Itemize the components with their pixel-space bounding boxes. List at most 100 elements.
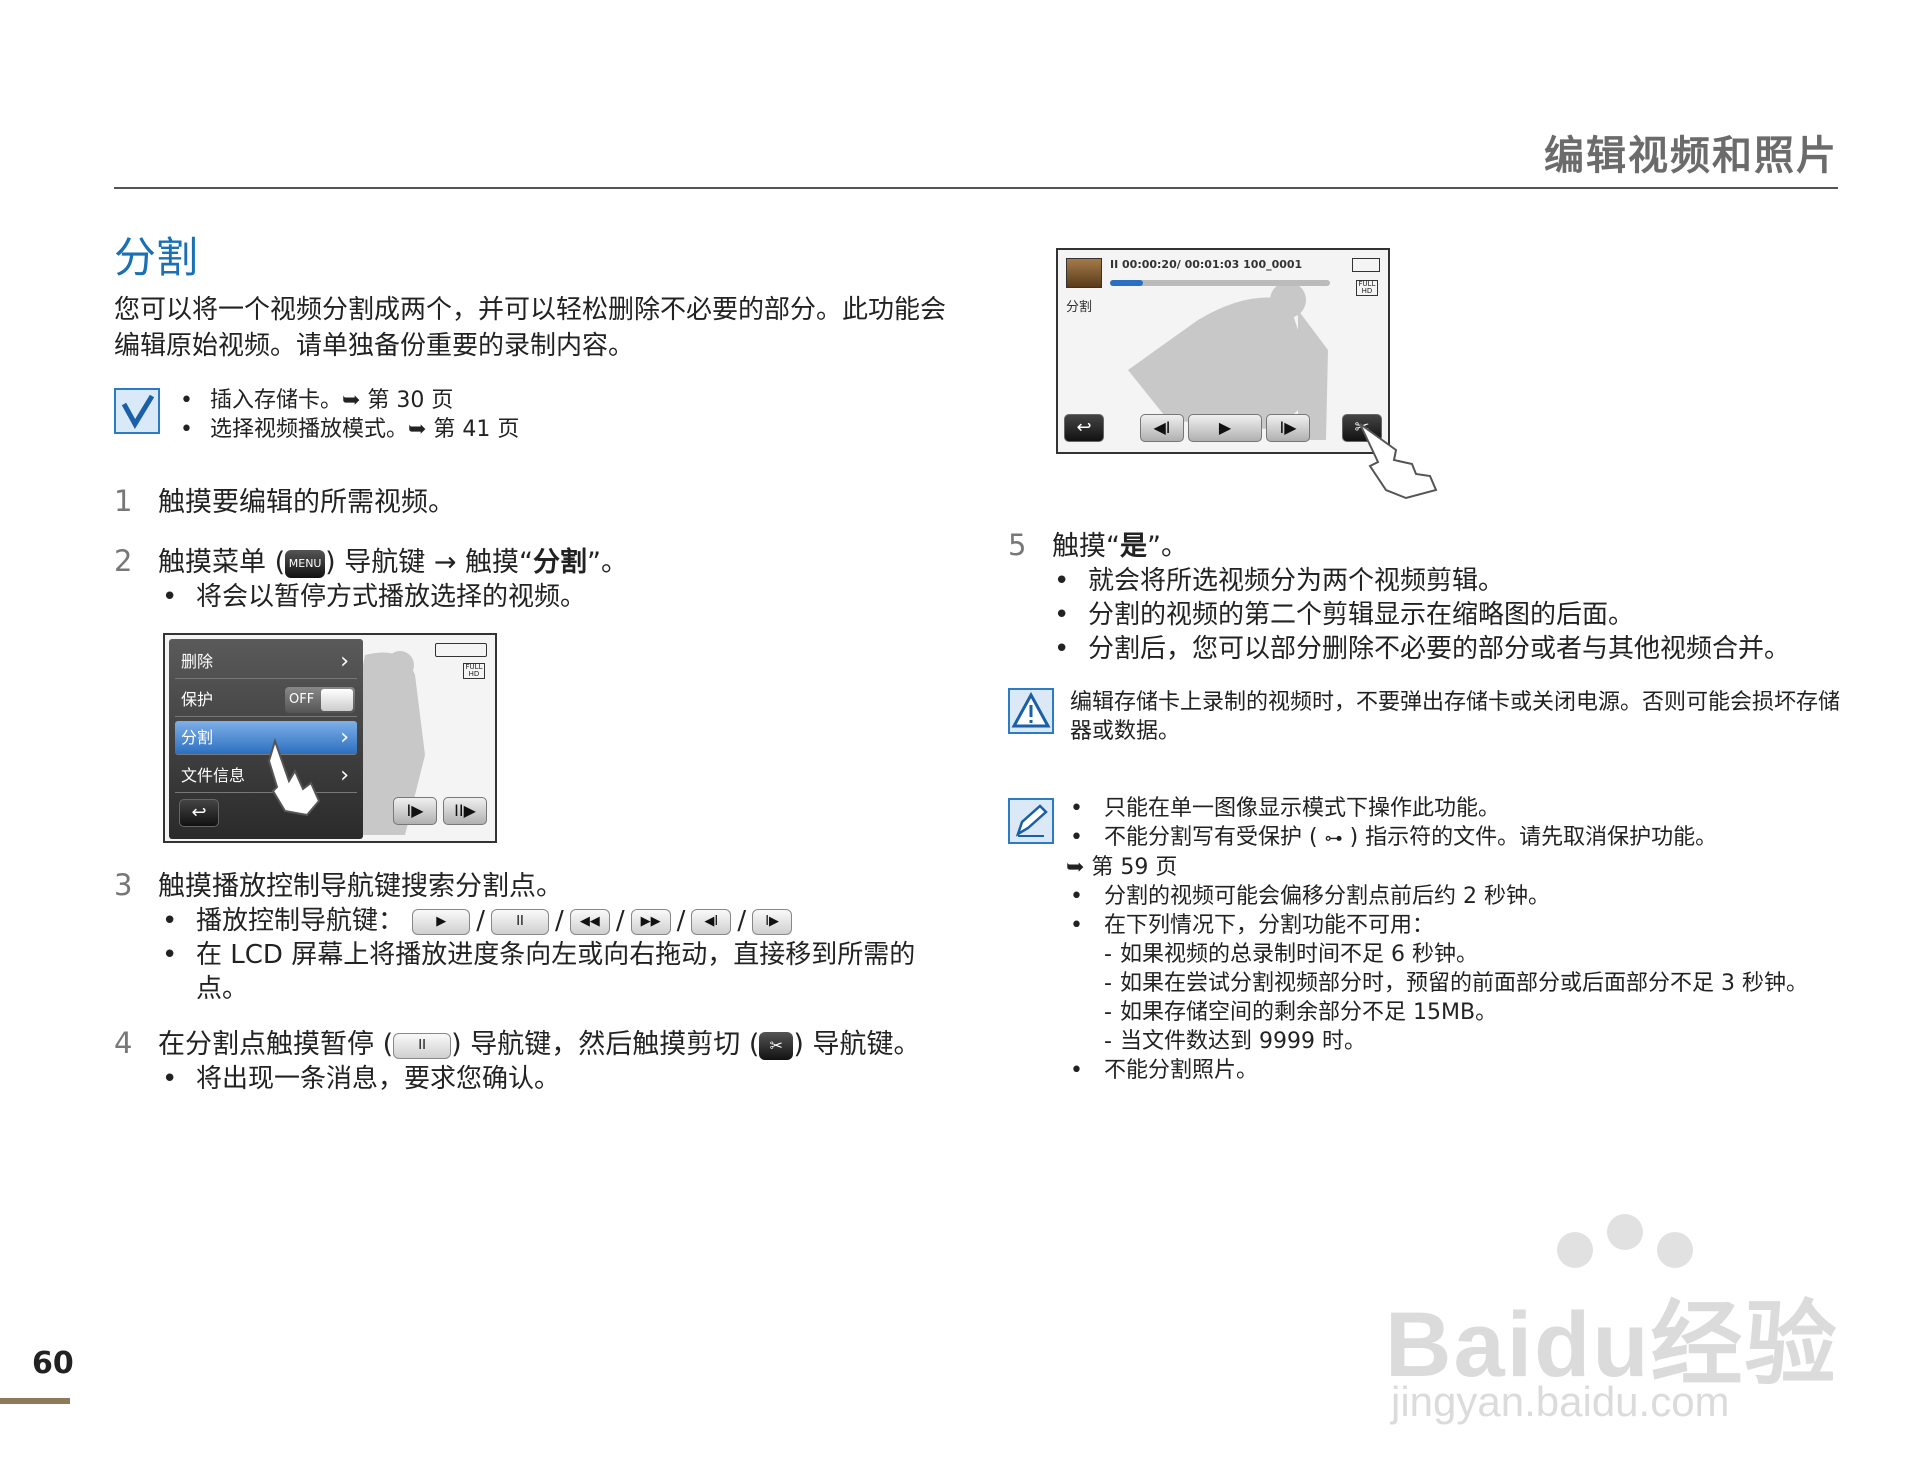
step-forward-button[interactable]: I▶ <box>393 797 437 825</box>
step-bold: 是 <box>1120 531 1147 562</box>
list-item: 只能在单一图像显示模式下操作此功能。 <box>1066 794 1846 823</box>
step-text: 触摸要编辑的所需视频。 <box>158 487 455 518</box>
prereq-list: 插入存储卡。➥ 第 30 页 选择视频播放模式。➥ 第 41 页 <box>176 386 876 444</box>
list-item: 如果在尝试分割视频部分时，预留的前面部分或后面部分不足 3 秒钟。 <box>1104 969 1846 998</box>
pause-button-icon: II <box>393 1032 452 1059</box>
step-2: 2 触摸菜单 (MENU) 导航键 → 触摸“分割”。 <box>114 544 628 580</box>
skip-forward-button-icon: I▶ <box>752 908 793 935</box>
list-item: 就会将所选视频分为两个视频剪辑。 <box>1050 564 1890 598</box>
check-icon <box>114 388 160 434</box>
section-title: 分割 <box>114 233 199 282</box>
skip-forward-button[interactable]: I▶ <box>1266 414 1310 442</box>
hd-icon: FULL HD <box>1356 280 1378 296</box>
menu-item-delete[interactable]: 删除 › <box>175 645 357 679</box>
thumbnail-icon <box>1066 258 1102 288</box>
menu-item-label: 分割 <box>181 728 214 747</box>
key-icon: ⊶ <box>1324 828 1343 849</box>
list-item: 不能分割照片。 <box>1066 1056 1846 1085</box>
page-bar <box>0 1398 70 1404</box>
chevron-right-icon: › <box>340 649 349 674</box>
back-button[interactable]: ↩ <box>179 799 219 827</box>
step-text: ”。 <box>1147 531 1188 562</box>
list-item: 不能分割写有受保护 ( ⊶ ) 指示符的文件。请先取消保护功能。 <box>1066 823 1846 853</box>
step-5: 5 触摸“是”。 <box>1008 528 1188 564</box>
playback-keys-label: 播放控制导航键： <box>196 906 405 936</box>
list-item: 如果视频的总录制时间不足 6 秒钟。 <box>1104 940 1846 969</box>
chapter-title: 编辑视频和照片 <box>1544 133 1838 179</box>
menu-item-label: 删除 <box>181 652 214 671</box>
status-bar: II 00:00:20/ 00:01:03 100_0001 <box>1110 258 1303 271</box>
skip-back-button[interactable]: ◀I <box>1140 414 1184 442</box>
step-1: 1 触摸要编辑的所需视频。 <box>114 484 455 520</box>
step-4-sub: 将出现一条消息，要求您确认。 <box>158 1062 958 1096</box>
pause-button-icon: II <box>491 908 550 935</box>
list-item: 将出现一条消息，要求您确认。 <box>158 1062 958 1096</box>
step-text: ) 导航键 → 触摸“ <box>325 547 534 578</box>
step-3-sub: 播放控制导航键： ▶/II/◀◀/▶▶/◀I/I▶ 在 LCD 屏幕上将播放进度… <box>158 904 958 1006</box>
menu-icon: MENU <box>285 549 326 578</box>
step-number: 3 <box>114 868 133 902</box>
memo-text: ) 指示符的文件。请先取消保护功能。 <box>1342 825 1718 850</box>
menu-item-protect[interactable]: 保护 OFF <box>175 683 357 717</box>
step-number: 2 <box>114 544 133 578</box>
watermark-url: jingyan.baidu.com <box>1391 1378 1730 1425</box>
step-2-sub: 将会以暂停方式播放选择的视频。 <box>158 580 958 614</box>
list-item: 播放控制导航键： ▶/II/◀◀/▶▶/◀I/I▶ <box>158 904 958 938</box>
caution-text: 编辑存储卡上录制的视频时，不要弹出存储卡或关闭电源。否则可能会损坏存储器或数据。 <box>1070 690 1841 744</box>
play-button[interactable]: ▶ <box>1188 414 1262 442</box>
step-bold: 分割 <box>533 547 588 578</box>
step-text: 触摸“ <box>1052 531 1120 562</box>
protect-toggle[interactable]: OFF <box>285 687 355 713</box>
step-3: 3 触摸播放控制导航键搜索分割点。 <box>114 868 563 904</box>
baidu-watermark: Baidu经验 jingyan.baidu.com <box>1385 1210 1855 1430</box>
skip-back-button-icon: ◀I <box>691 908 732 935</box>
list-item: 将会以暂停方式播放选择的视频。 <box>158 580 958 614</box>
memo-list: 只能在单一图像显示模式下操作此功能。 不能分割写有受保护 ( ⊶ ) 指示符的文… <box>1066 794 1846 1085</box>
mode-label: 分割 <box>1066 300 1093 315</box>
playback-screen: II 00:00:20/ 00:01:03 100_0001 FULL HD 分割… <box>1056 248 1390 454</box>
step-text: ”。 <box>587 547 629 578</box>
step-text: ) 导航键，然后触摸剪切 ( <box>451 1029 760 1060</box>
step-text: 在分割点触摸暂停 ( <box>158 1029 394 1060</box>
list-item: ➥ 第 59 页 <box>1066 855 1178 880</box>
step-4: 4 在分割点触摸暂停 (II) 导航键，然后触摸剪切 (✂) 导航键。 <box>114 1026 920 1062</box>
battery-icon <box>1352 258 1380 272</box>
step-5-sub: 就会将所选视频分为两个视频剪辑。 分割的视频的第二个剪辑显示在缩略图的后面。 分… <box>1050 564 1890 666</box>
list-item: 选择视频播放模式。➥ 第 41 页 <box>176 415 876 444</box>
menu-item-label: 保护 <box>181 690 214 709</box>
warning-icon <box>1008 688 1054 734</box>
list-item: 当文件数达到 9999 时。 <box>1104 1027 1846 1056</box>
list-item: 在下列情况下，分割功能不可用： <box>1066 911 1846 940</box>
step-text: ) 导航键。 <box>793 1029 921 1060</box>
step-forward-fast-button[interactable]: II▶ <box>443 797 487 825</box>
step-number: 5 <box>1008 528 1027 562</box>
play-button-icon: ▶ <box>412 908 471 935</box>
intro-paragraph: 您可以将一个视频分割成两个，并可以轻松删除不必要的部分。此功能会编辑原始视频。请… <box>114 295 947 361</box>
memo-text: 不能分割写有受保护 ( <box>1104 825 1325 850</box>
back-button[interactable]: ↩ <box>1064 414 1104 442</box>
step-number: 4 <box>114 1026 133 1060</box>
step-text: 触摸菜单 ( <box>158 547 286 578</box>
battery-icon <box>435 643 487 657</box>
step-number: 1 <box>114 484 133 518</box>
menu-item-label: 文件信息 <box>181 766 246 785</box>
fast-forward-button-icon: ▶▶ <box>630 908 671 935</box>
cut-icon: ✂ <box>759 1031 794 1060</box>
list-item: 插入存储卡。➥ 第 30 页 <box>176 386 876 415</box>
page-number: 60 <box>32 1346 74 1381</box>
list-item: 分割后，您可以部分删除不必要的部分或者与其他视频合并。 <box>1050 632 1890 666</box>
hand-pointer-icon <box>267 737 321 817</box>
step-text: 触摸播放控制导航键搜索分割点。 <box>158 871 563 902</box>
menu-screen: FULL HD 删除 › 保护 OFF 分割 › 文件信息 › ↩ I▶ II▶ <box>163 633 497 843</box>
hand-pointer-icon <box>1359 423 1438 500</box>
header-divider <box>114 187 1838 189</box>
list-item: 分割的视频的第二个剪辑显示在缩略图的后面。 <box>1050 598 1890 632</box>
progress-bar[interactable] <box>1110 280 1330 286</box>
memo-icon <box>1008 798 1054 844</box>
hd-icon: FULL HD <box>463 663 485 679</box>
list-item: 如果存储空间的剩余部分不足 15MB。 <box>1104 998 1846 1027</box>
list-item: 分割的视频可能会偏移分割点前后约 2 秒钟。 <box>1066 882 1846 911</box>
progress-fill <box>1110 280 1143 286</box>
list-item: 在 LCD 屏幕上将播放进度条向左或向右拖动，直接移到所需的点。 <box>158 938 958 1006</box>
rewind-button-icon: ◀◀ <box>569 908 610 935</box>
